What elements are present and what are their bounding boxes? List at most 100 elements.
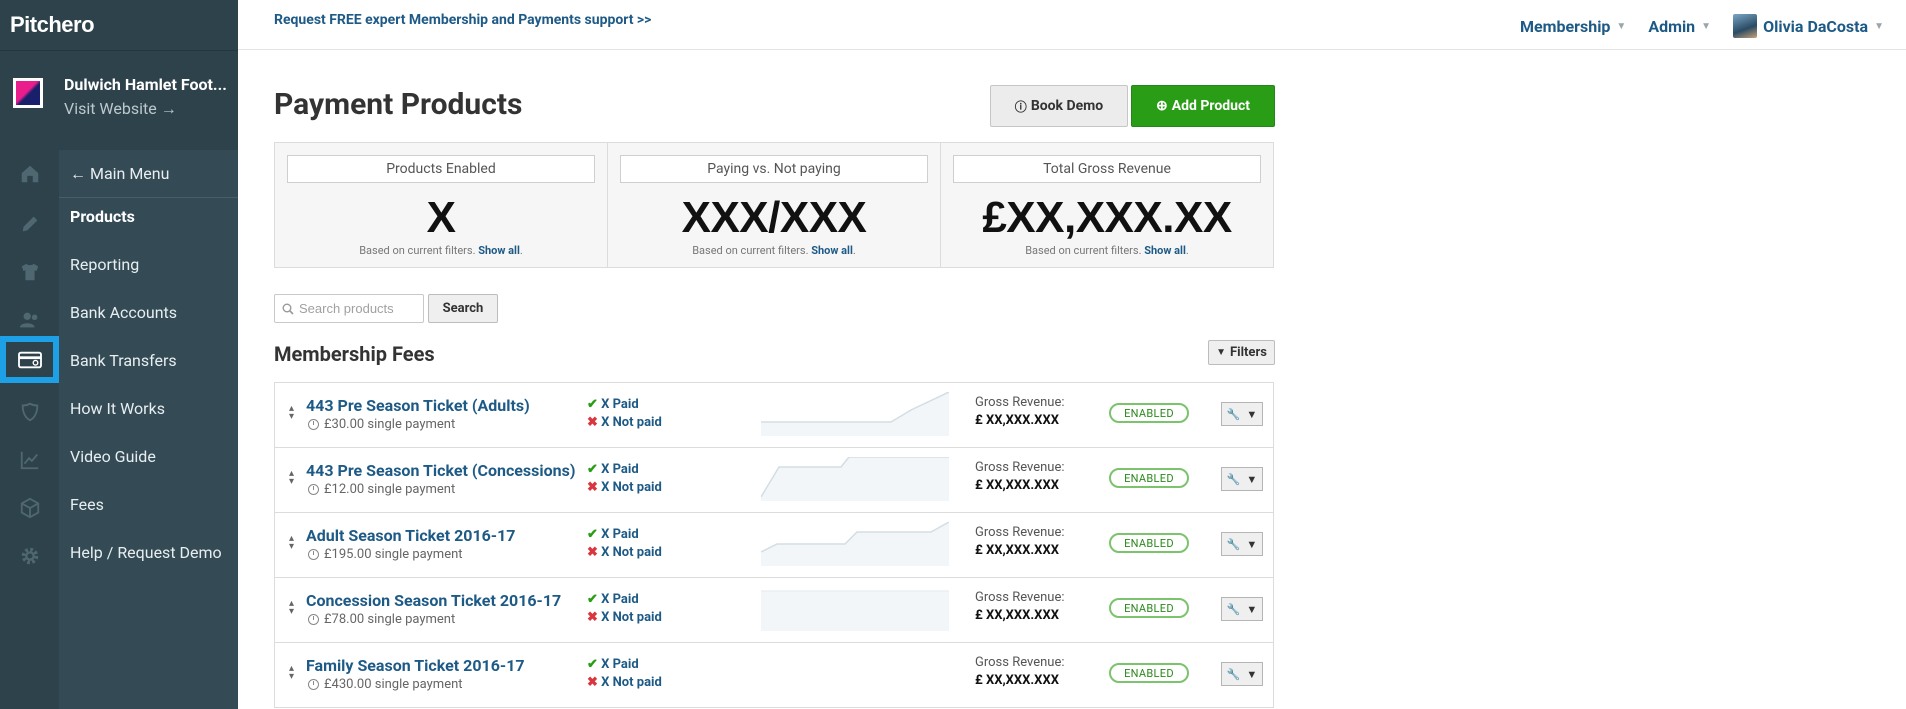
gear-icon[interactable] — [0, 532, 59, 580]
chart-icon[interactable] — [0, 436, 59, 484]
actions-dropdown[interactable]: 🔧 ▼ — [1221, 597, 1263, 621]
cross-icon: ✖ — [587, 415, 598, 430]
product-name-link[interactable]: Concession Season Ticket 2016-17 — [306, 591, 576, 610]
product-name-link[interactable]: Family Season Ticket 2016-17 — [306, 656, 576, 675]
nav-item-reporting[interactable]: Reporting — [59, 240, 238, 288]
filters-label: Filters — [1230, 345, 1267, 360]
search-button[interactable]: Search — [428, 294, 498, 323]
stat-value: £XX,XXX.XX — [982, 193, 1232, 242]
nav-item-video-guide[interactable]: Video Guide — [59, 432, 238, 480]
paid-count[interactable]: ✔ X Paid — [587, 657, 639, 672]
icon-rail — [0, 150, 59, 709]
nav-item-help[interactable]: Help / Request Demo — [59, 528, 238, 576]
product-name-link[interactable]: Adult Season Ticket 2016-17 — [306, 526, 576, 545]
visit-website-link[interactable]: Visit Website → — [64, 99, 177, 119]
chevron-down-icon: ▼ — [1246, 407, 1258, 421]
show-all-link[interactable]: Show all — [478, 244, 520, 257]
status-badge[interactable]: ENABLED — [1109, 598, 1189, 618]
gross-revenue: Gross Revenue: £ XX,XXX.XXX — [975, 525, 1065, 558]
payments-nav: ← Main Menu Products Reporting Bank Acco… — [59, 150, 238, 709]
club-header: Dulwich Hamlet Foot... Visit Website → — [0, 50, 238, 150]
status-badge[interactable]: ENABLED — [1109, 533, 1189, 553]
shirt-icon[interactable] — [0, 248, 59, 296]
sparkline — [761, 392, 949, 436]
stat-total-gross-revenue: Total Gross Revenue £XX,XXX.XX Based on … — [941, 143, 1273, 267]
user-menu[interactable]: Olivia DaCosta ▼ — [1733, 14, 1884, 38]
avatar — [1733, 14, 1758, 38]
nav-item-fees[interactable]: Fees — [59, 480, 238, 528]
cross-icon: ✖ — [587, 610, 598, 625]
show-all-link[interactable]: Show all — [811, 244, 853, 257]
check-icon: ✔ — [587, 397, 598, 412]
status-badge[interactable]: ENABLED — [1109, 663, 1189, 683]
clock-icon — [308, 549, 319, 560]
sort-handle-icon[interactable]: ▴ ▾ — [289, 664, 294, 682]
book-demo-button[interactable]: ⓘ Book Demo — [990, 85, 1128, 127]
shield-icon[interactable] — [0, 388, 59, 436]
product-row: ▴ ▾ Adult Season Ticket 2016-17 £195.00 s… — [275, 513, 1273, 578]
clock-icon — [308, 419, 319, 430]
add-product-button[interactable]: ⊕ Add Product — [1131, 85, 1275, 127]
main-menu-link[interactable]: ← Main Menu — [59, 150, 238, 198]
nav-item-bank-accounts[interactable]: Bank Accounts — [59, 288, 238, 336]
section-title: Membership Fees — [274, 342, 435, 366]
membership-label: Membership — [1520, 16, 1611, 36]
paid-count[interactable]: ✔ X Paid — [587, 592, 639, 607]
product-row: ▴ ▾ Family Season Ticket 2016-17 £430.00 … — [275, 643, 1273, 708]
chevron-down-icon: ▼ — [1246, 537, 1258, 551]
actions-dropdown[interactable]: 🔧 ▼ — [1221, 402, 1263, 426]
brand-bar: Pitchero — [0, 0, 238, 50]
add-product-label: Add Product — [1171, 98, 1250, 114]
status-badge[interactable]: ENABLED — [1109, 468, 1189, 488]
paid-count[interactable]: ✔ X Paid — [587, 462, 639, 477]
not-paid-count[interactable]: ✖ X Not paid — [587, 545, 662, 560]
home-icon[interactable] — [0, 150, 59, 197]
product-price: £195.00 single payment — [308, 547, 463, 562]
actions-dropdown[interactable]: 🔧 ▼ — [1221, 467, 1263, 491]
product-row: ▴ ▾ 443 Pre Season Ticket (Adults) £30.00… — [275, 383, 1273, 448]
not-paid-count[interactable]: ✖ X Not paid — [587, 675, 662, 690]
not-paid-count[interactable]: ✖ X Not paid — [587, 480, 662, 495]
search-icon — [282, 303, 294, 315]
stat-label: Paying vs. Not paying — [620, 155, 928, 183]
gross-revenue: Gross Revenue: £ XX,XXX.XXX — [975, 655, 1065, 688]
box-icon[interactable] — [0, 484, 59, 532]
topbar: Request FREE expert Membership and Payme… — [238, 0, 1906, 50]
check-icon: ✔ — [587, 527, 598, 542]
product-price: £12.00 single payment — [308, 482, 455, 497]
pitchero-logo[interactable]: Pitchero — [10, 12, 95, 38]
pencil-icon[interactable] — [0, 200, 59, 248]
user-name: Olivia DaCosta — [1763, 16, 1869, 36]
filters-button[interactable]: ▼ Filters — [1208, 340, 1275, 365]
product-row: ▴ ▾ 443 Pre Season Ticket (Concessions) £… — [275, 448, 1273, 513]
sort-handle-icon[interactable]: ▴ ▾ — [289, 404, 294, 422]
check-icon: ✔ — [587, 462, 598, 477]
sort-handle-icon[interactable]: ▴ ▾ — [289, 534, 294, 552]
credit-card-icon[interactable] — [0, 336, 59, 383]
actions-dropdown[interactable]: 🔧 ▼ — [1221, 662, 1263, 686]
actions-dropdown[interactable]: 🔧 ▼ — [1221, 532, 1263, 556]
stat-subtext: Based on current filters. Show all. — [359, 244, 523, 257]
sort-handle-icon[interactable]: ▴ ▾ — [289, 599, 294, 617]
sort-handle-icon[interactable]: ▴ ▾ — [289, 469, 294, 487]
product-name-link[interactable]: 443 Pre Season Ticket (Adults) — [306, 396, 576, 415]
admin-menu[interactable]: Admin ▼ — [1648, 17, 1711, 36]
wrench-icon: 🔧 — [1226, 407, 1241, 421]
membership-menu[interactable]: Membership ▼ — [1520, 17, 1626, 36]
not-paid-count[interactable]: ✖ X Not paid — [587, 415, 662, 430]
wrench-icon: 🔧 — [1226, 537, 1241, 551]
nav-item-how-it-works[interactable]: How It Works — [59, 384, 238, 432]
book-demo-label: Book Demo — [1030, 98, 1104, 114]
paid-count[interactable]: ✔ X Paid — [587, 527, 639, 542]
support-promo-link[interactable]: Request FREE expert Membership and Payme… — [274, 12, 651, 28]
nav-item-bank-transfers[interactable]: Bank Transfers — [59, 336, 238, 384]
nav-item-products[interactable]: Products — [59, 192, 238, 240]
not-paid-count[interactable]: ✖ X Not paid — [587, 610, 662, 625]
plus-circle-icon: ⊕ — [1156, 98, 1168, 114]
paid-count[interactable]: ✔ X Paid — [587, 397, 639, 412]
search-input[interactable] — [299, 301, 419, 316]
show-all-link[interactable]: Show all — [1144, 244, 1186, 257]
status-badge[interactable]: ENABLED — [1109, 403, 1189, 423]
product-name-link[interactable]: 443 Pre Season Ticket (Concessions) — [306, 461, 576, 480]
stat-subtext: Based on current filters. Show all. — [692, 244, 856, 257]
